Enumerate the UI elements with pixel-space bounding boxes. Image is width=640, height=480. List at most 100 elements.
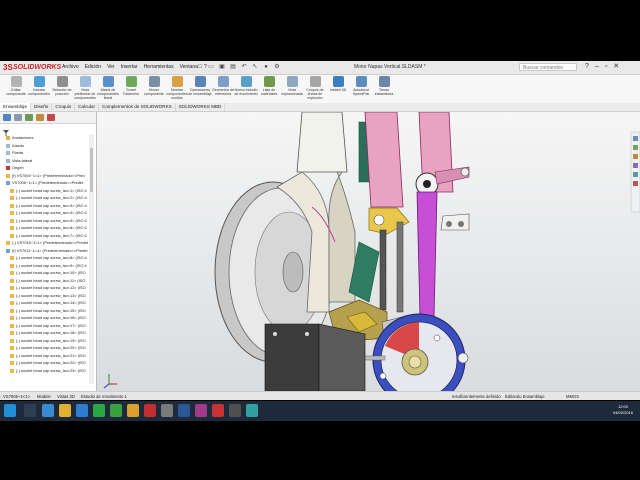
menu-item[interactable]: Insertar	[121, 63, 138, 72]
ribbon-button[interactable]: Actualizar SpeedPak	[349, 76, 373, 102]
app-icon[interactable]	[229, 404, 241, 417]
menu-item[interactable]: Edición	[85, 63, 101, 72]
tree-item[interactable]: (f) VS7011~1<1> (Predeterminado<<Predet	[0, 247, 92, 255]
ribbon-button[interactable]: Mover componente	[142, 76, 166, 102]
tree-item[interactable]: (-) socket head cap screw_iso<17> (ISO	[0, 322, 92, 330]
chrome-icon[interactable]	[127, 404, 139, 417]
file-explorer-icon[interactable]	[59, 404, 71, 417]
menu-item[interactable]: Archivo	[62, 63, 79, 72]
tree-item[interactable]: (-) socket head cap screw_iso<13> (ISO	[0, 292, 92, 300]
tree-item[interactable]: (-) socket head cap screw_iso<18> (ISO	[0, 329, 92, 337]
options-icon[interactable]: ⚙	[273, 63, 281, 71]
configurationmanager-tab-icon[interactable]	[25, 114, 33, 121]
save-icon[interactable]: ▣	[218, 63, 226, 71]
ribbon-button[interactable]: Vista explosionada	[280, 76, 304, 102]
command-tab[interactable]: Diseño	[31, 103, 53, 111]
tree-filter[interactable]	[2, 124, 96, 136]
autocad-icon[interactable]	[144, 404, 156, 417]
tree-item[interactable]: (-) socket head cap screw_iso<3> (ISO 4	[0, 202, 92, 210]
ribbon-button[interactable]: Mostrar componentes ocultos	[165, 76, 189, 102]
tree-item[interactable]: (-) socket head cap screw_iso<4> (ISO 4	[0, 209, 92, 217]
tree-item[interactable]: (-) socket head cap screw_iso<22> (ISO	[0, 359, 92, 367]
display-manager-tab-icon[interactable]	[47, 114, 55, 121]
tab-model[interactable]: Modelo	[37, 393, 51, 400]
open-icon[interactable]: ▭	[207, 63, 215, 71]
tree-item[interactable]: (-) socket head cap screw_iso<23> (ISO	[0, 367, 92, 375]
ribbon-button[interactable]: Vista preliminar de componentes	[73, 76, 97, 102]
tree-item[interactable]: (-) socket head cap screw_iso<1> (ISO 4	[0, 187, 92, 195]
tree-scrollbar[interactable]	[89, 134, 94, 384]
app-icon[interactable]	[195, 404, 207, 417]
ribbon-button[interactable]: Instant 3D	[326, 76, 350, 102]
tab-3d-views[interactable]: Vistas 3D	[57, 393, 75, 400]
tree-item[interactable]: (-) socket head cap screw_iso<20> (ISO	[0, 344, 92, 352]
tree-item[interactable]: (-) socket head cap screw_iso<8> (ISO 4	[0, 254, 92, 262]
dimxpert-tab-icon[interactable]	[36, 114, 44, 121]
app-icon[interactable]	[110, 404, 122, 417]
graphics-area[interactable]	[97, 112, 640, 391]
tree-item[interactable]: (-) socket head cap screw_iso<7> (ISO 4	[0, 232, 92, 240]
taskbar-clock[interactable]: 12:00 04/02/2016	[608, 404, 638, 416]
help-icon[interactable]: ?	[585, 62, 589, 72]
new-icon[interactable]: □	[196, 63, 204, 71]
app-icon[interactable]	[246, 404, 258, 417]
tree-item[interactable]: (-) socket head cap screw_iso<19> (ISO	[0, 337, 92, 345]
tree-item[interactable]: VS7006~1<1> (Predeterminado<<Predet	[0, 179, 92, 187]
tree-item[interactable]: (-) socket head cap screw_iso<2> (ISO 4	[0, 194, 92, 202]
menu-item[interactable]: Ver	[107, 63, 115, 72]
units-status[interactable]: MMGS	[566, 393, 579, 400]
tree-item[interactable]: (f) VS7003~1<1> (Predeterminado<<Pred	[0, 172, 92, 180]
solidworks-taskbar-icon[interactable]	[212, 404, 224, 417]
tree-item[interactable]: (-) socket head cap screw_iso<12> (ISO	[0, 284, 92, 292]
edge-icon[interactable]	[42, 404, 54, 417]
ribbon-button[interactable]: Nuevo estudio de movimiento	[234, 76, 258, 102]
app-icon[interactable]	[161, 404, 173, 417]
ribbon-button[interactable]: Insertar componentes	[27, 76, 51, 102]
tree-item[interactable]: (-) socket head cap screw_iso<11> (ISO	[0, 277, 92, 285]
tree-item[interactable]: (-) socket head cap screw_iso<15> (ISO	[0, 307, 92, 315]
command-tab[interactable]: Calcular	[75, 103, 100, 111]
close-button[interactable]: ✕	[613, 62, 619, 72]
command-tab[interactable]: Complementos de SOLIDWORKS	[99, 103, 176, 111]
tree-item[interactable]: Planta	[0, 149, 92, 157]
tree-item[interactable]: Anotaciones	[0, 134, 92, 142]
tree-item[interactable]: (-) socket head cap screw_iso<14> (ISO	[0, 299, 92, 307]
featuremanager-tab-icon[interactable]	[3, 114, 11, 121]
tree-item[interactable]: (-) socket head cap screw_iso<9> (ISO 4	[0, 262, 92, 270]
tree-item[interactable]: Origen	[0, 164, 92, 172]
tree-item[interactable]: (-) socket head cap screw_iso<6> (ISO 4	[0, 224, 92, 232]
command-tab[interactable]: Croquis	[52, 103, 76, 111]
select-icon[interactable]: ↖	[251, 63, 259, 71]
search-commands-input[interactable]: Buscar comandos	[519, 63, 577, 71]
tree-item[interactable]: (-) VS7016~1<1> (Predeterminado<<Predet	[0, 239, 92, 247]
tab-motion-study[interactable]: Estudio de movimiento 1	[81, 393, 127, 400]
ribbon-button[interactable]: Croquis de líneas de explosión	[303, 76, 327, 102]
menu-item[interactable]: Herramientas	[144, 63, 174, 72]
rebuild-icon[interactable]: ●	[262, 63, 270, 71]
restore-button[interactable]: ▫	[605, 62, 607, 72]
tree-item[interactable]: (-) socket head cap screw_iso<21> (ISO	[0, 352, 92, 360]
windows-start-icon[interactable]	[4, 404, 16, 417]
ribbon-button[interactable]: Tomar instantánea	[372, 76, 396, 102]
print-icon[interactable]: ▤	[229, 63, 237, 71]
search-icon[interactable]	[24, 404, 36, 417]
ribbon-button[interactable]: Matriz de componentes lineal	[96, 76, 120, 102]
ribbon-button[interactable]: Operaciones de ensamblaje	[188, 76, 212, 102]
scroll-thumb[interactable]	[90, 148, 93, 192]
tree-item[interactable]: Vista lateral	[0, 157, 92, 165]
command-tab[interactable]: SOLIDWORKS MBD	[176, 103, 226, 111]
undo-icon[interactable]: ↶	[240, 63, 248, 71]
solidworks-logo[interactable]: 3S SOLIDWORKS	[3, 63, 61, 72]
word-icon[interactable]	[178, 404, 190, 417]
ribbon-button[interactable]: Smart Fasteners	[119, 76, 143, 102]
propertymanager-tab-icon[interactable]	[14, 114, 22, 121]
tree-item[interactable]: Alzado	[0, 142, 92, 150]
tree-item[interactable]: (-) socket head cap screw_iso<5> (ISO 4	[0, 217, 92, 225]
tree-item[interactable]: (-) socket head cap screw_iso<16> (ISO	[0, 314, 92, 322]
ribbon-button[interactable]: Lista de materiales	[257, 76, 281, 102]
tree-item[interactable]: (-) socket head cap screw_iso<10> (ISO	[0, 269, 92, 277]
ribbon-button[interactable]: Geometría de referencia	[211, 76, 235, 102]
task-pane[interactable]	[630, 131, 640, 213]
utorrent-icon[interactable]	[93, 404, 105, 417]
ribbon-button[interactable]: Editar componente	[4, 76, 28, 102]
